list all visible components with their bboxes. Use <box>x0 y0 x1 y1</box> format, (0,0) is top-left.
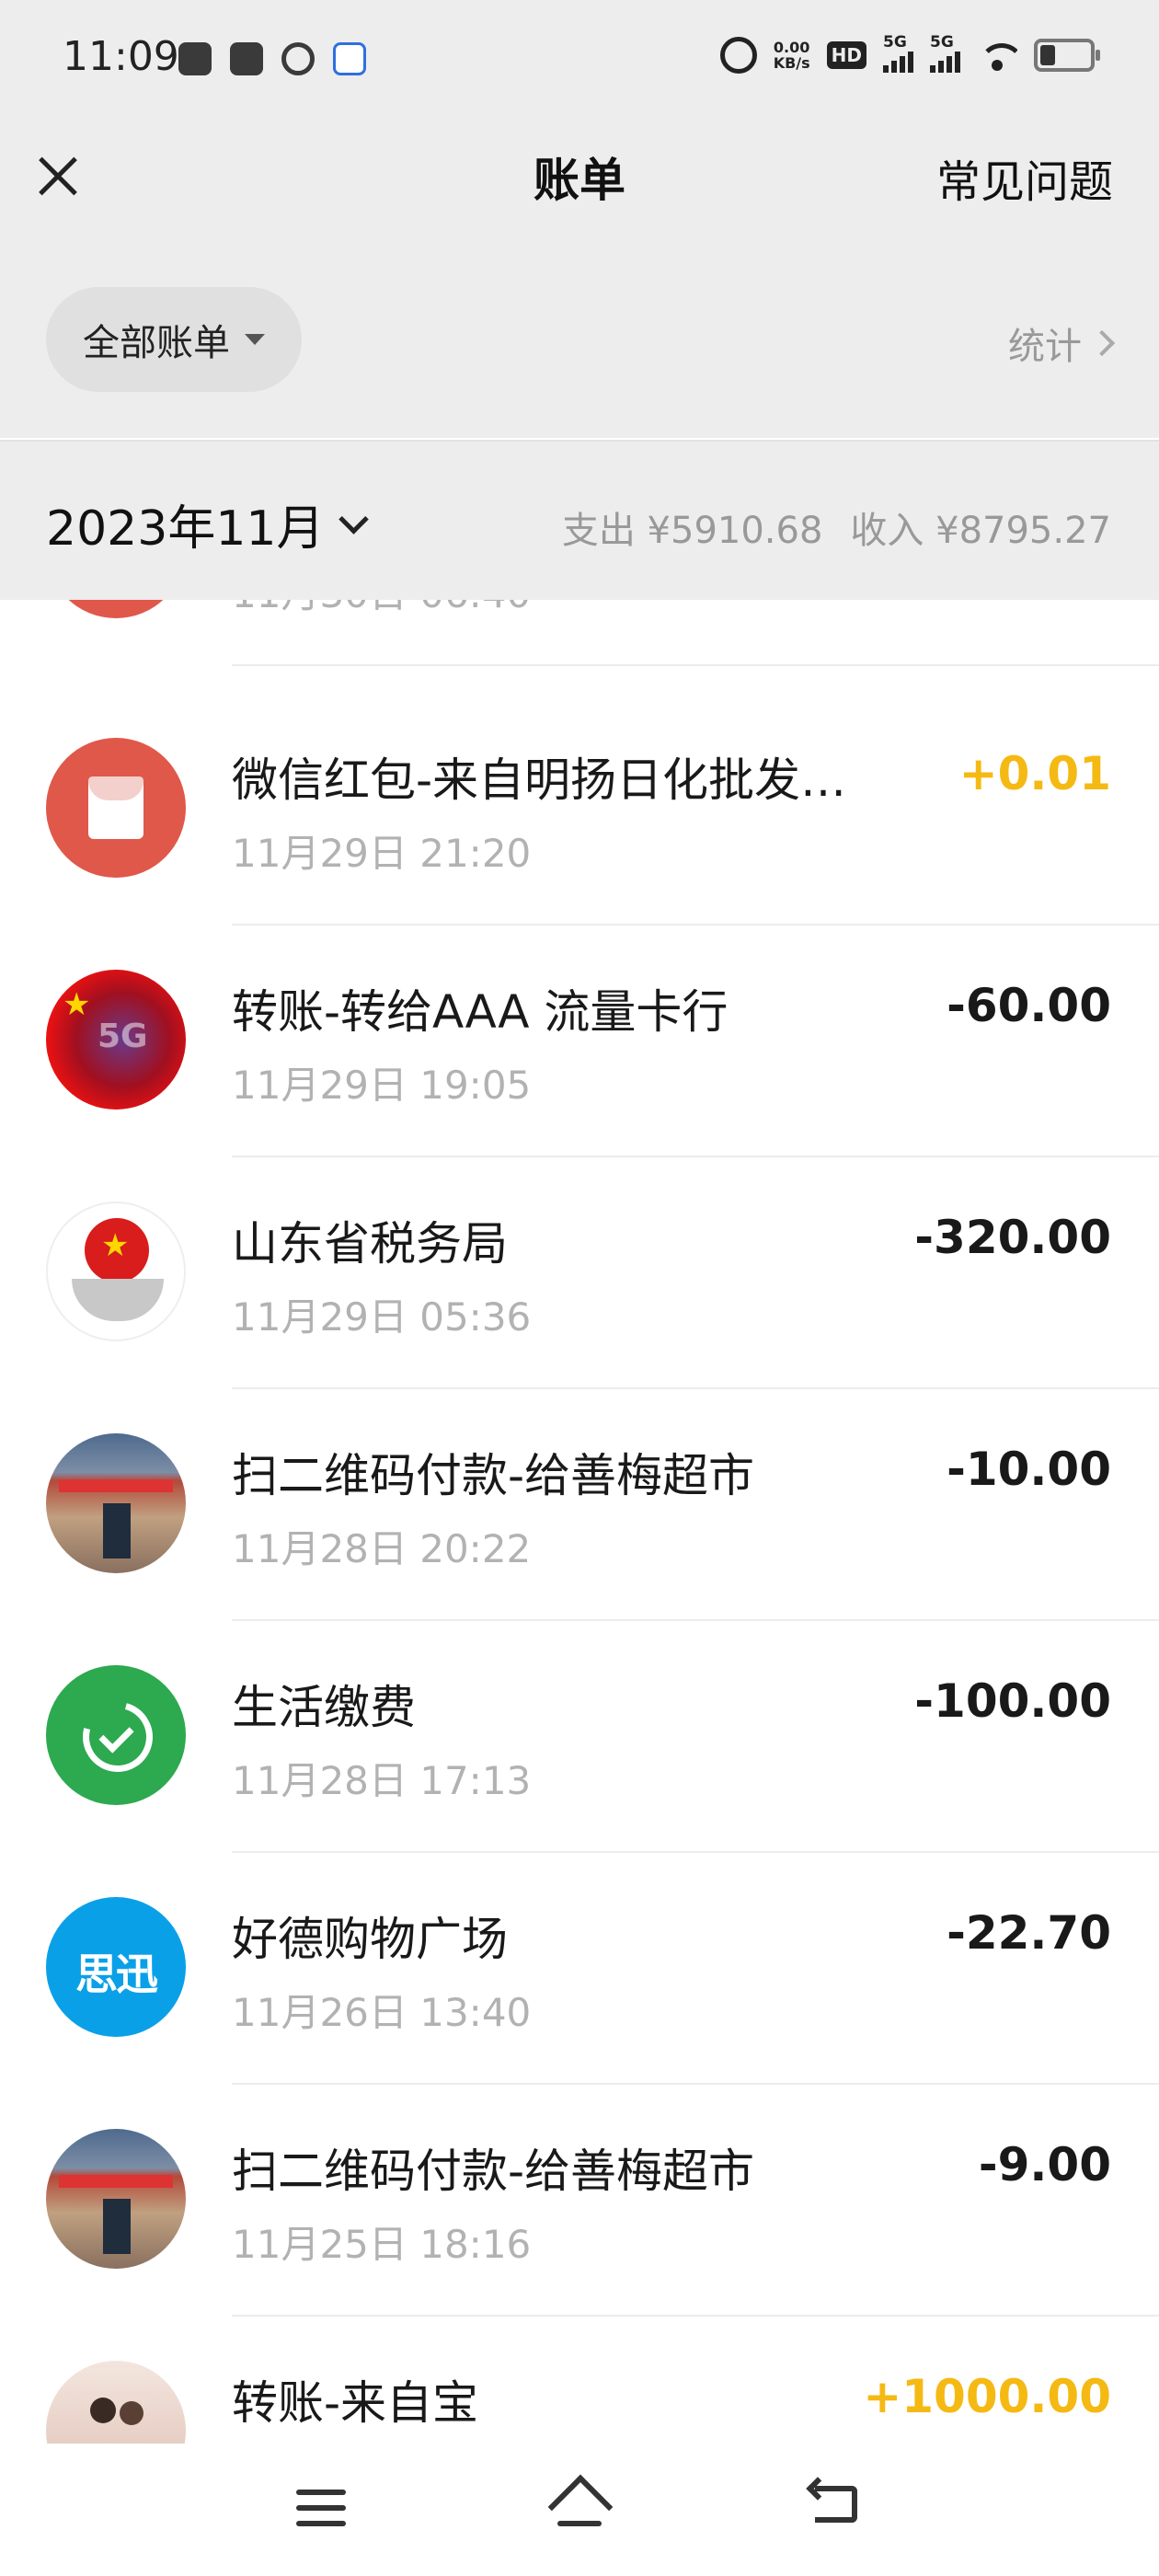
all-bills-label: 全部账单 <box>83 322 230 364</box>
filter-bar: 全部账单 统计 <box>0 254 1159 438</box>
month-income-total: 收入 ¥8795.27 <box>850 510 1111 552</box>
transaction-date: 11月28日 17:13 <box>232 1758 532 1803</box>
sixun-logo-text: 思迅 <box>75 1949 158 1999</box>
transaction-row[interactable]: 山东省税务局 11月29日 05:36 -320.00 <box>0 1157 1159 1389</box>
transaction-row[interactable]: 扫二维码付款-给善梅超市 11月25日 18:16 -9.00 <box>0 2085 1159 2317</box>
nav-bar: 账单 常见问题 <box>0 125 1159 254</box>
wifi-icon <box>977 40 1017 71</box>
battery-icon <box>1034 39 1100 72</box>
transaction-date: 11月29日 05:36 <box>232 1294 532 1340</box>
transaction-row[interactable]: 微信红包-来自明扬日化批发… 11月29日 21:20 +0.01 <box>0 694 1159 926</box>
transaction-list: 11月30日 06:40 微信红包-来自明扬日化批发… 11月29日 21:20… <box>0 600 1159 2444</box>
transaction-amount: -320.00 <box>914 1211 1111 1264</box>
red-packet-icon <box>46 600 186 618</box>
wechat-icon <box>178 42 212 75</box>
status-time: 11:09 <box>63 33 179 80</box>
net-speed: 0.00 KB/s <box>774 40 810 71</box>
divider <box>232 664 1159 666</box>
faq-link[interactable]: 常见问题 <box>936 145 1113 210</box>
storefront-avatar <box>46 1433 186 1573</box>
transaction-date: 11月26日 13:40 <box>232 1990 532 2035</box>
month-label: 2023年11月 <box>46 501 325 557</box>
bill-pay-icon <box>46 1665 186 1805</box>
notification-icons <box>178 42 366 75</box>
status-indicators: 0.00 KB/s HD 5G 5G <box>719 33 1100 74</box>
all-bills-filter-button[interactable]: 全部账单 <box>46 287 302 392</box>
transaction-title: 转账-来自宝 <box>232 2376 479 2430</box>
chevron-right-icon <box>1088 329 1116 357</box>
transaction-amount: -9.00 <box>978 2138 1111 2191</box>
transaction-amount: -10.00 <box>947 1443 1111 1496</box>
back-icon[interactable] <box>809 2486 863 2530</box>
net-speed-unit: KB/s <box>773 54 810 72</box>
month-header: 2023年11月 支出 ¥5910.68 收入 ¥8795.27 <box>0 440 1159 602</box>
status-bar: 11:09 0.00 KB/s HD 5G 5G <box>0 0 1159 125</box>
transaction-amount: -60.00 <box>947 979 1111 1032</box>
month-summary: 支出 ¥5910.68 收入 ¥8795.27 <box>562 500 1111 554</box>
hd-icon: HD <box>826 41 866 69</box>
transaction-amount: -22.70 <box>947 1906 1111 1960</box>
transaction-title: 生活缴费 <box>232 1681 416 1734</box>
system-navigation-bar <box>0 2444 1159 2576</box>
transaction-title: 扫二维码付款-给善梅超市 <box>232 1449 755 1502</box>
transaction-amount: +0.01 <box>958 747 1111 800</box>
signal-icon: 5G <box>930 33 960 73</box>
red-packet-icon <box>46 738 186 878</box>
transaction-amount: -100.00 <box>914 1674 1111 1728</box>
menu-icon[interactable] <box>296 2490 346 2526</box>
statistics-label: 统计 <box>1008 326 1082 368</box>
tax-emblem-avatar <box>46 1202 186 1341</box>
month-picker[interactable]: 2023年11月 <box>46 489 369 558</box>
month-expense-total: 支出 ¥5910.68 <box>561 510 823 552</box>
signal-label: 5G <box>930 32 954 52</box>
transaction-date: 11月29日 19:05 <box>232 1063 532 1108</box>
transaction-title: 扫二维码付款-给善梅超市 <box>232 2145 755 2198</box>
message-icon <box>230 42 263 75</box>
transaction-row[interactable]: 生活缴费 11月28日 17:13 -100.00 <box>0 1621 1159 1853</box>
chevron-down-icon <box>338 504 369 535</box>
couple-photo-avatar <box>46 2361 186 2444</box>
transaction-row[interactable]: 11月30日 06:40 <box>0 600 1159 666</box>
transaction-title: 山东省税务局 <box>232 1217 508 1271</box>
statistics-link[interactable]: 统计 <box>1008 316 1116 370</box>
transaction-date: 11月29日 21:20 <box>232 831 532 876</box>
transaction-row[interactable]: 思迅 好德购物广场 11月26日 13:40 -22.70 <box>0 1853 1159 2085</box>
transaction-row[interactable]: 扫二维码付款-给善梅超市 11月28日 20:22 -10.00 <box>0 1389 1159 1621</box>
5g-flag-avatar: ★ 5G <box>46 970 186 1110</box>
signal-icon: 5G <box>883 33 913 73</box>
home-icon[interactable] <box>548 2478 611 2534</box>
transaction-title: 转账-转给AAA 流量卡行 <box>232 985 729 1039</box>
transaction-date: 11月28日 20:22 <box>232 1526 532 1571</box>
transaction-row[interactable]: 转账-来自宝 +1000.00 <box>0 2317 1159 2444</box>
transaction-title: 微信红包-来自明扬日化批发… <box>232 753 847 807</box>
alarm-icon <box>719 37 757 74</box>
transaction-row[interactable]: ★ 5G 转账-转给AAA 流量卡行 11月29日 19:05 -60.00 <box>0 926 1159 1157</box>
signal-label: 5G <box>883 32 907 52</box>
transaction-date: 11月30日 06:40 <box>232 600 531 619</box>
transaction-date: 11月25日 18:16 <box>232 2222 532 2267</box>
sixun-logo: 思迅 <box>46 1897 186 2037</box>
transaction-amount: +1000.00 <box>863 2370 1111 2423</box>
caret-down-icon <box>245 334 265 345</box>
storefront-avatar <box>46 2129 186 2269</box>
transaction-title: 好德购物广场 <box>232 1913 508 1966</box>
link-icon <box>281 42 315 75</box>
baidu-icon <box>333 42 366 75</box>
